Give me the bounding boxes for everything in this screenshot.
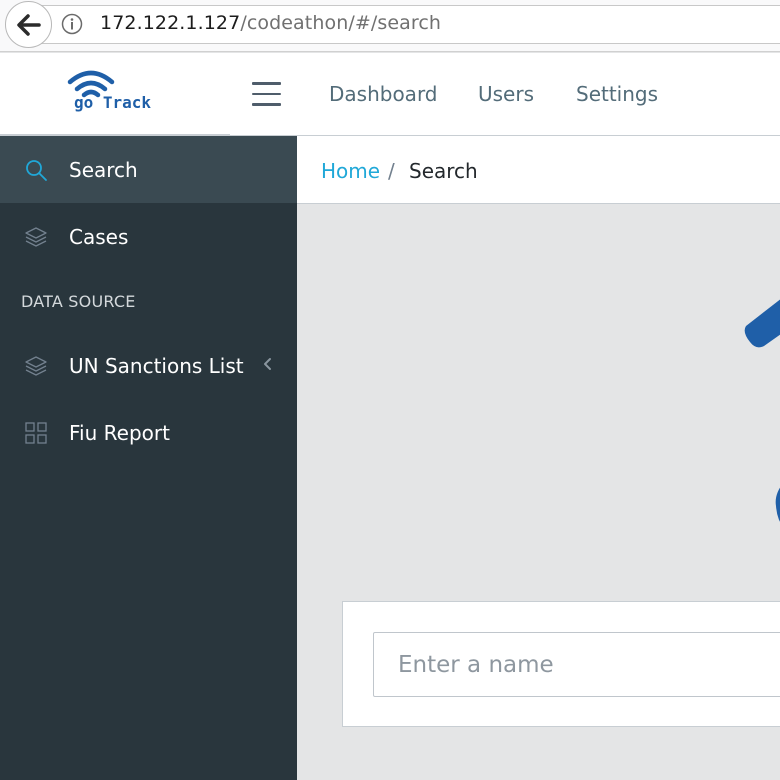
- sidebar-item-label: Cases: [69, 225, 129, 249]
- sidebar-section-title: DATA SOURCE: [21, 292, 136, 311]
- breadcrumb-separator: /: [388, 159, 395, 183]
- hamburger-menu-icon[interactable]: [252, 82, 282, 106]
- sidebar-item-label: UN Sanctions List: [69, 354, 244, 378]
- nav-settings[interactable]: Settings: [576, 82, 658, 106]
- decorative-logo-shape: [744, 299, 780, 348]
- chevron-left-icon[interactable]: [262, 357, 272, 371]
- layers-icon: [25, 227, 47, 247]
- breadcrumb-current: Search: [409, 159, 478, 183]
- breadcrumb-home-link[interactable]: Home: [321, 159, 380, 183]
- sidebar-item-un-sanctions-list[interactable]: UN Sanctions List: [0, 332, 297, 399]
- decorative-logo-shape: [775, 487, 780, 522]
- sidebar-item-label: Fiu Report: [69, 421, 170, 445]
- sidebar: Search Cases DATA SOURCE UN Sanctions Li…: [0, 136, 297, 780]
- logo-text: go Track: [74, 93, 152, 112]
- sidebar-item-search[interactable]: Search: [0, 136, 297, 203]
- back-arrow-icon: [16, 13, 41, 36]
- nav-dashboard[interactable]: Dashboard: [329, 82, 438, 106]
- search-icon: [26, 160, 47, 181]
- sidebar-item-label: Search: [69, 158, 138, 182]
- url-host: 172.122.1.127: [100, 12, 241, 34]
- layers-icon: [25, 356, 47, 376]
- nav-users[interactable]: Users: [478, 82, 534, 106]
- search-input[interactable]: [373, 632, 780, 697]
- url-path: /codeathon/#/search: [240, 12, 442, 34]
- sidebar-item-fiu-report[interactable]: Fiu Report: [0, 399, 297, 466]
- url-text[interactable]: 172.122.1.127/codeathon/#/search: [100, 12, 441, 34]
- brand-logo[interactable]: go Track: [0, 53, 230, 135]
- info-icon[interactable]: [61, 13, 83, 35]
- breadcrumb: Home / Search: [297, 136, 780, 204]
- search-card: [342, 601, 780, 727]
- app-header: go Track Dashboard Users Settings: [0, 53, 780, 136]
- browser-toolbar: 172.122.1.127/codeathon/#/search: [0, 0, 780, 52]
- back-button[interactable]: [5, 1, 52, 48]
- grid-icon: [25, 422, 47, 444]
- sidebar-item-cases[interactable]: Cases: [0, 203, 297, 270]
